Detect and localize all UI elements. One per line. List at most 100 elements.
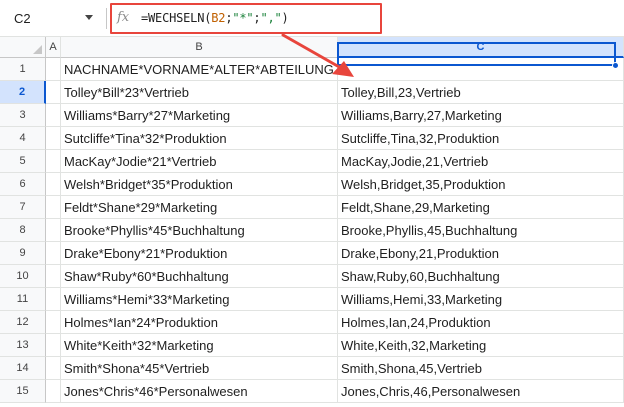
cell-c-text: Jones,Chris,46,Personalwesen — [341, 384, 521, 399]
cell-a[interactable] — [46, 196, 61, 219]
cell-c[interactable]: Williams,Barry,27,Marketing — [338, 104, 624, 127]
cell-c-text: Shaw,Ruby,60,Buchhaltung — [341, 269, 500, 284]
cell-a[interactable] — [46, 288, 61, 311]
cell-a[interactable] — [46, 242, 61, 265]
cell-b-text: Sutcliffe*Tina*32*Produktion — [64, 131, 227, 146]
cell-b[interactable]: Jones*Chris*46*Personalwesen — [61, 380, 338, 403]
name-box-value: C2 — [14, 11, 31, 26]
chevron-down-icon[interactable] — [85, 15, 93, 20]
cell-b-text: Welsh*Bridget*35*Produktion — [64, 177, 233, 192]
row-header[interactable]: 8 — [0, 219, 46, 242]
cell-c[interactable]: Welsh,Bridget,35,Produktion — [338, 173, 624, 196]
cell-c[interactable]: Brooke,Phyllis,45,Buchhaltung — [338, 219, 624, 242]
cell-a[interactable] — [46, 81, 61, 104]
row-number: 8 — [19, 224, 26, 236]
cell-c[interactable]: Tolley,Bill,23,Vertrieb — [338, 81, 624, 104]
cell-b[interactable]: Tolley*Bill*23*Vertrieb — [61, 81, 338, 104]
row-header[interactable]: 11 — [0, 288, 46, 311]
cell-c[interactable] — [338, 58, 624, 81]
cell-b[interactable]: Sutcliffe*Tina*32*Produktion — [61, 127, 338, 150]
cell-b[interactable]: Welsh*Bridget*35*Produktion — [61, 173, 338, 196]
row-number: 10 — [16, 270, 29, 282]
cell-c[interactable]: Williams,Hemi,33,Marketing — [338, 288, 624, 311]
cell-b[interactable]: Shaw*Ruby*60*Buchhaltung — [61, 265, 338, 288]
cell-b-text: Brooke*Phyllis*45*Buchhaltung — [64, 223, 245, 238]
row-header[interactable]: 3 — [0, 104, 46, 127]
cell-c[interactable]: Holmes,Ian,24,Produktion — [338, 311, 624, 334]
column-header-a[interactable]: A — [46, 37, 61, 58]
row-header[interactable]: 7 — [0, 196, 46, 219]
cell-c[interactable]: Jones,Chris,46,Personalwesen — [338, 380, 624, 403]
cell-b[interactable]: Drake*Ebony*21*Produktion — [61, 242, 338, 265]
cell-b-text: Holmes*Ian*24*Produktion — [64, 315, 218, 330]
cell-a[interactable] — [46, 219, 61, 242]
cell-b-text: MacKay*Jodie*21*Vertrieb — [64, 154, 217, 169]
formula-arg-2: "," — [260, 11, 282, 25]
row-number: 2 — [18, 86, 26, 98]
cell-b-text: Shaw*Ruby*60*Buchhaltung — [64, 269, 229, 284]
row-number: 14 — [16, 362, 29, 374]
row-header[interactable]: 14 — [0, 357, 46, 380]
cell-a[interactable] — [46, 173, 61, 196]
cell-c[interactable]: Smith,Shona,45,Vertrieb — [338, 357, 624, 380]
cell-a[interactable] — [46, 357, 61, 380]
cell-c-text: Tolley,Bill,23,Vertrieb — [341, 85, 461, 100]
cell-b-text: Feldt*Shane*29*Marketing — [64, 200, 218, 215]
cell-b[interactable]: MacKay*Jodie*21*Vertrieb — [61, 150, 338, 173]
cell-c-text: Williams,Barry,27,Marketing — [341, 108, 502, 123]
row-header[interactable]: 13 — [0, 334, 46, 357]
row-number: 1 — [19, 63, 26, 75]
row-header[interactable]: 15 — [0, 380, 46, 403]
row-header[interactable]: 4 — [0, 127, 46, 150]
corner-triangle-icon — [33, 45, 42, 54]
cell-b[interactable]: NACHNAME*VORNAME*ALTER*ABTEILUNG — [61, 58, 338, 81]
cell-c[interactable]: MacKay,Jodie,21,Vertrieb — [338, 150, 624, 173]
row-number: 7 — [19, 201, 26, 213]
cell-c[interactable]: Drake,Ebony,21,Produktion — [338, 242, 624, 265]
cell-b-text: Drake*Ebony*21*Produktion — [64, 246, 228, 261]
cell-a[interactable] — [46, 334, 61, 357]
cell-a[interactable] — [46, 104, 61, 127]
column-header-c[interactable]: C — [338, 37, 624, 58]
cell-a[interactable] — [46, 311, 61, 334]
cell-b[interactable]: Holmes*Ian*24*Produktion — [61, 311, 338, 334]
row-header[interactable]: 12 — [0, 311, 46, 334]
row-header[interactable]: 10 — [0, 265, 46, 288]
row-header[interactable]: 5 — [0, 150, 46, 173]
row-header[interactable]: 6 — [0, 173, 46, 196]
row-number: 9 — [19, 247, 26, 259]
column-header-b[interactable]: B — [61, 37, 338, 58]
formula-input[interactable]: =WECHSELN(B2;"*";",") — [141, 11, 289, 25]
cell-c[interactable]: White,Keith,32,Marketing — [338, 334, 624, 357]
cell-b[interactable]: Feldt*Shane*29*Marketing — [61, 196, 338, 219]
row-number: 12 — [16, 316, 29, 328]
cell-c[interactable]: Feldt,Shane,29,Marketing — [338, 196, 624, 219]
cell-b[interactable]: Smith*Shona*45*Vertrieb — [61, 357, 338, 380]
cell-a[interactable] — [46, 58, 61, 81]
cell-b-text: Jones*Chris*46*Personalwesen — [64, 384, 248, 399]
row-header[interactable]: 2 — [0, 81, 46, 104]
cell-a[interactable] — [46, 265, 61, 288]
row-header[interactable]: 9 — [0, 242, 46, 265]
formula-bar: C2 fx =WECHSELN(B2;"*";",") — [0, 0, 624, 37]
cell-c[interactable]: Sutcliffe,Tina,32,Produktion — [338, 127, 624, 150]
cell-a[interactable] — [46, 127, 61, 150]
spreadsheet-grid: A B C 1 NACHNAME*VORNAME*ALTER*ABTEILUNG 2… — [0, 37, 624, 407]
select-all-corner[interactable] — [0, 37, 46, 58]
row-header[interactable]: 1 — [0, 58, 46, 81]
cell-b-text: White*Keith*32*Marketing — [64, 338, 214, 353]
cell-b-text: NACHNAME*VORNAME*ALTER*ABTEILUNG — [64, 62, 334, 77]
cell-a[interactable] — [46, 380, 61, 403]
cell-c-text: Brooke,Phyllis,45,Buchhaltung — [341, 223, 518, 238]
cell-b[interactable]: Brooke*Phyllis*45*Buchhaltung — [61, 219, 338, 242]
cell-b[interactable]: Williams*Hemi*33*Marketing — [61, 288, 338, 311]
cell-b-text: Williams*Barry*27*Marketing — [64, 108, 231, 123]
cell-b[interactable]: Williams*Barry*27*Marketing — [61, 104, 338, 127]
cell-c[interactable]: Shaw,Ruby,60,Buchhaltung — [338, 265, 624, 288]
cell-a[interactable] — [46, 150, 61, 173]
cell-b[interactable]: White*Keith*32*Marketing — [61, 334, 338, 357]
fill-handle[interactable] — [612, 62, 619, 69]
row-number: 3 — [19, 109, 26, 121]
cell-c-text: White,Keith,32,Marketing — [341, 338, 487, 353]
cell-c-text: Drake,Ebony,21,Produktion — [341, 246, 500, 261]
